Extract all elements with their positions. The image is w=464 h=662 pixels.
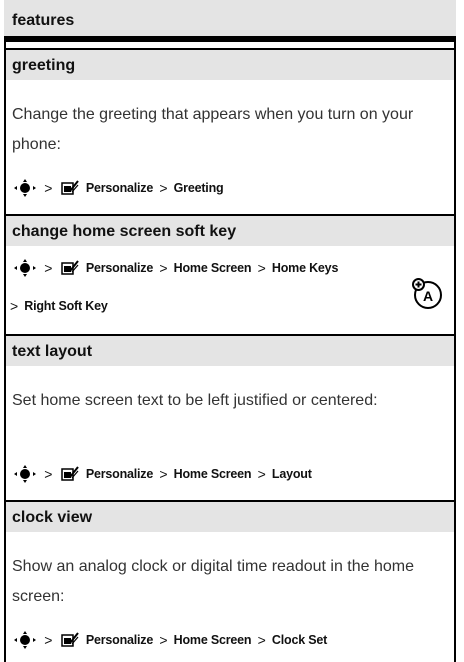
path-layout: Layout [271, 467, 312, 481]
section-title-text: greeting [12, 57, 76, 74]
nav-key-icon [14, 631, 36, 649]
soft-key-menu-path: > Personalize > Home Screen > Home Keys [12, 258, 338, 282]
greeting-description: Change the greeting that appears when yo… [12, 106, 414, 153]
text-layout-description: Set home screen text to be left justifie… [12, 392, 378, 409]
right-rule [454, 0, 456, 662]
path-personalize: Personalize [85, 467, 154, 481]
manual-page: features greeting Change the greeting th… [0, 0, 464, 662]
header-title: features [12, 12, 75, 29]
text-layout-menu-path: > Personalize > Home Screen > Layout [12, 464, 312, 488]
personalize-icon [60, 466, 79, 481]
greeting-menu-path: > Personalize > Greeting [12, 178, 224, 202]
table-header: features [4, 0, 456, 42]
nav-key-icon [14, 259, 36, 277]
section-title-soft-key: change home screen soft key [6, 214, 454, 246]
path-home-keys: Home Keys [271, 261, 339, 275]
nav-key-icon [14, 179, 36, 197]
section-title-text: text layout [12, 343, 93, 360]
path-home-screen: Home Screen [173, 633, 252, 647]
personalize-icon [60, 180, 79, 195]
path-home-screen: Home Screen [173, 261, 252, 275]
nav-key-icon [14, 465, 36, 483]
operator-feature-icon: A [412, 278, 442, 309]
svg-text:A: A [423, 288, 433, 304]
path-personalize: Personalize [85, 181, 154, 195]
clock-view-menu-path: > Personalize > Home Screen > Clock Set [12, 630, 327, 654]
personalize-icon [60, 632, 79, 647]
section-title-text-layout: text layout [6, 334, 454, 366]
path-personalize: Personalize [85, 261, 154, 275]
path-greeting: Greeting [173, 181, 224, 195]
section-title-greeting: greeting [6, 48, 454, 80]
path-clock-set: Clock Set [271, 633, 328, 647]
clock-view-description: Show an analog clock or digital time rea… [12, 558, 415, 605]
path-personalize: Personalize [85, 633, 154, 647]
path-right-soft-key: Right Soft Key [24, 299, 108, 313]
left-rule [4, 0, 6, 662]
section-title-clock-view: clock view [6, 500, 454, 532]
personalize-icon [60, 260, 79, 275]
section-title-text: change home screen soft key [12, 223, 237, 240]
path-home-screen: Home Screen [173, 467, 252, 481]
section-title-text: clock view [12, 509, 93, 526]
soft-key-menu-path-cont: > Right Soft Key [10, 298, 108, 314]
